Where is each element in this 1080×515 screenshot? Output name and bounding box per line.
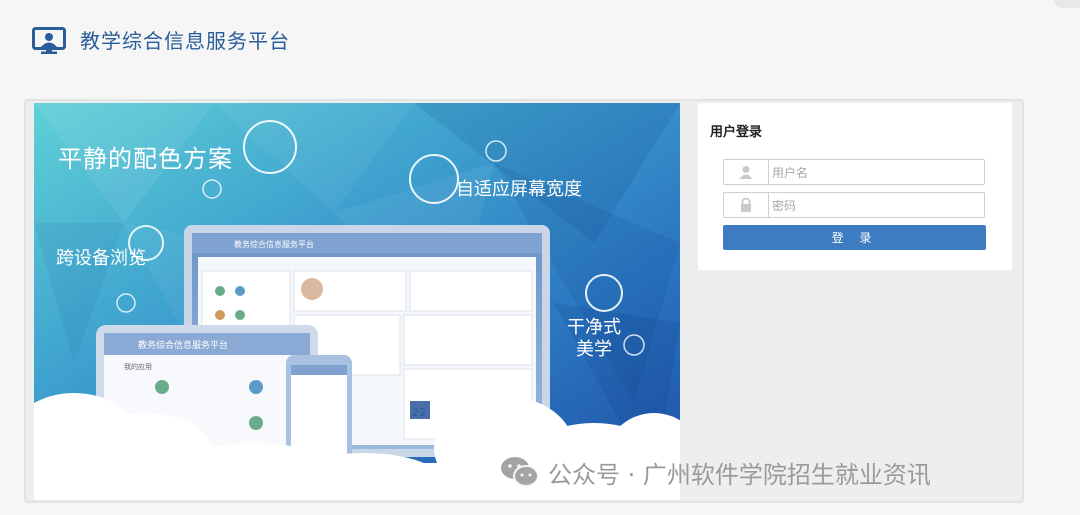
banner-image: 22 教务综合信息服务平台 教务综合信息服务平台 我的应用 平静的配色方案 自适…	[34, 103, 680, 500]
tablet-title-text: 教务综合信息服务平台	[138, 339, 228, 351]
header: 教学综合信息服务平台	[0, 0, 1080, 82]
login-title: 用户登录	[710, 125, 763, 140]
site-title: 教学综合信息服务平台	[80, 29, 290, 53]
username-input[interactable]	[770, 162, 974, 184]
banner-headline-cross-device: 跨设备浏览	[56, 248, 146, 269]
monitor-user-icon	[32, 27, 66, 54]
corner-decoration	[1054, 0, 1080, 8]
lock-icon	[724, 193, 769, 217]
watermark-text: 公众号 · 广州软件学院招生就业资讯	[548, 460, 931, 489]
password-field	[723, 192, 985, 218]
watermark: 公众号 · 广州软件学院招生就业资讯	[500, 455, 931, 489]
login-panel: 用户登录 登 录	[698, 103, 1012, 270]
password-input[interactable]	[770, 195, 974, 217]
wechat-icon	[501, 457, 539, 487]
banner-headline-color: 平静的配色方案	[58, 145, 233, 173]
banner-headline-clean: 干净式美学	[567, 317, 621, 360]
username-field	[723, 159, 985, 185]
tablet-section-text: 我的应用	[124, 362, 152, 371]
user-icon	[724, 160, 769, 184]
monitor-title-text: 教务综合信息服务平台	[234, 239, 314, 249]
calendar-day-text: 22	[412, 406, 426, 419]
login-button[interactable]: 登 录	[723, 225, 986, 250]
banner-headline-adaptive: 自适应屏幕宽度	[456, 179, 582, 200]
